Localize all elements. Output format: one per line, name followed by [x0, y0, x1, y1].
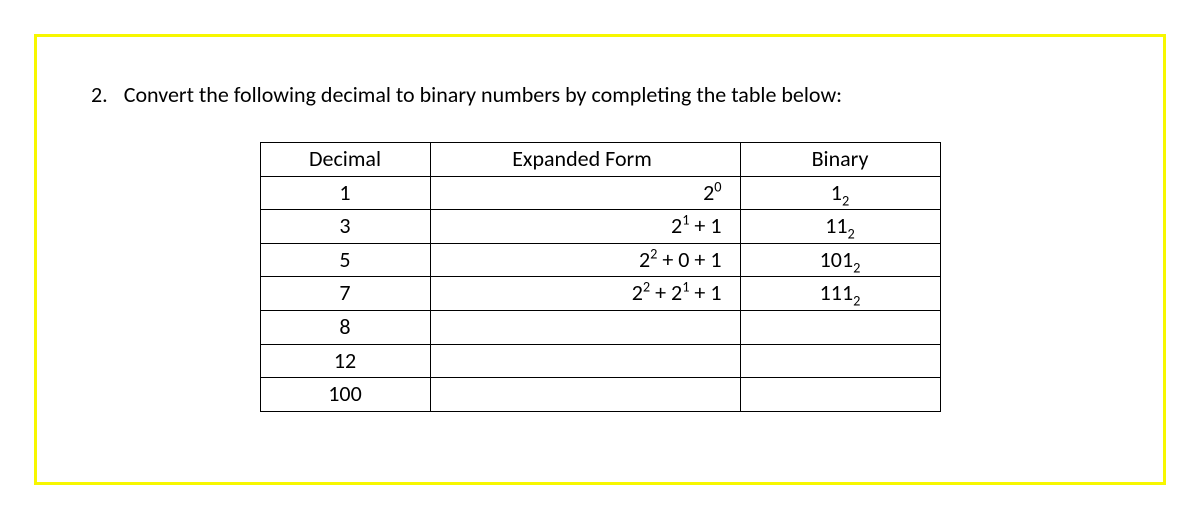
question-number: 2. [91, 81, 108, 108]
cell-expanded: 21 + 1 [430, 210, 740, 244]
table-row: 7 22 + 21 + 1 1112 [260, 277, 940, 311]
cell-expanded: 20 [430, 176, 740, 210]
table-row: 5 22 + 0 + 1 1012 [260, 243, 940, 277]
cell-binary [740, 310, 940, 344]
cell-binary: 1112 [740, 277, 940, 311]
cell-binary: 1012 [740, 243, 940, 277]
header-binary: Binary [740, 143, 940, 177]
table-row: 3 21 + 1 112 [260, 210, 940, 244]
table-row: 100 [260, 378, 940, 412]
cell-binary [740, 344, 940, 378]
cell-decimal: 8 [260, 310, 430, 344]
cell-binary: 112 [740, 210, 940, 244]
cell-expanded [430, 310, 740, 344]
cell-binary: 12 [740, 176, 940, 210]
cell-decimal: 5 [260, 243, 430, 277]
cell-expanded: 22 + 21 + 1 [430, 277, 740, 311]
question-frame: 2. Convert the following decimal to bina… [34, 34, 1166, 485]
cell-decimal: 12 [260, 344, 430, 378]
cell-expanded [430, 344, 740, 378]
cell-binary [740, 378, 940, 412]
question-line: 2. Convert the following decimal to bina… [71, 81, 1129, 108]
header-expanded: Expanded Form [430, 143, 740, 177]
cell-decimal: 7 [260, 277, 430, 311]
cell-decimal: 1 [260, 176, 430, 210]
header-decimal: Decimal [260, 143, 430, 177]
cell-expanded [430, 378, 740, 412]
cell-decimal: 3 [260, 210, 430, 244]
cell-decimal: 100 [260, 378, 430, 412]
table-row: 1 20 12 [260, 176, 940, 210]
question-prompt: Convert the following decimal to binary … [124, 81, 842, 108]
table-row: 8 [260, 310, 940, 344]
conversion-table: Decimal Expanded Form Binary 1 20 12 3 2… [260, 142, 941, 412]
cell-expanded: 22 + 0 + 1 [430, 243, 740, 277]
table-row: 12 [260, 344, 940, 378]
table-header-row: Decimal Expanded Form Binary [260, 143, 940, 177]
